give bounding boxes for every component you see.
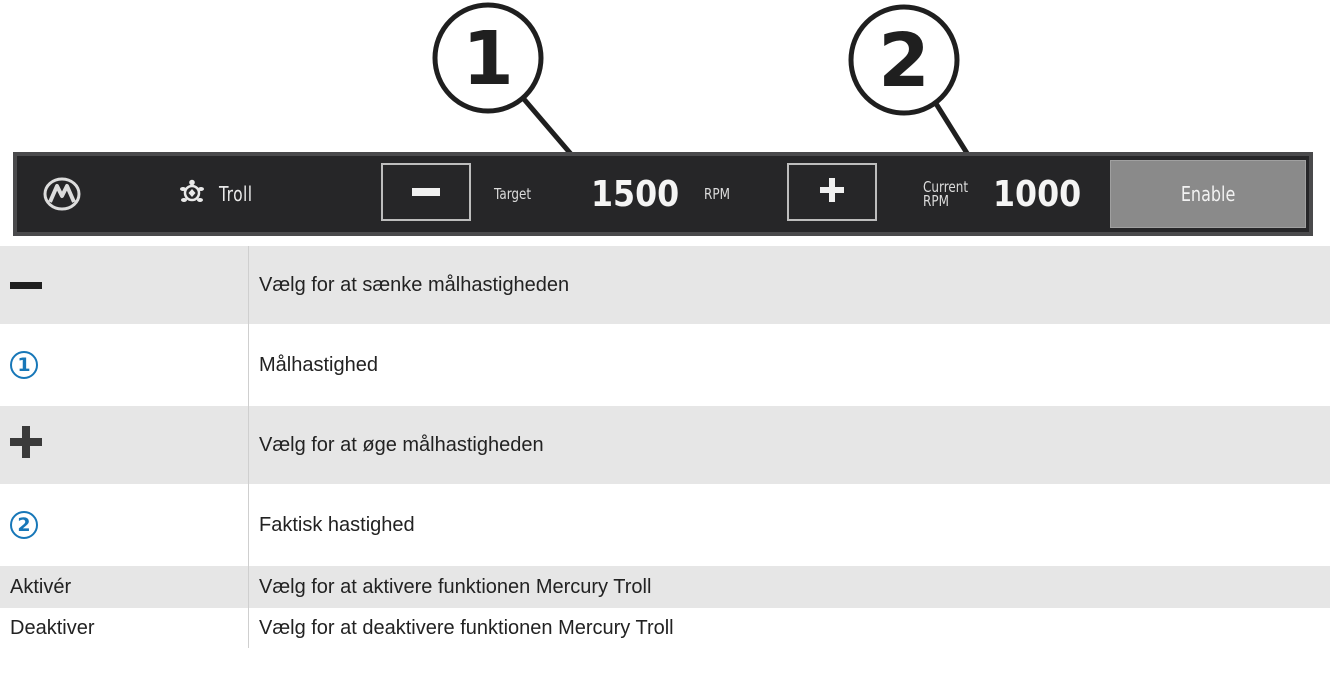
enable-button-label: Enable: [1180, 182, 1236, 206]
enable-button[interactable]: Enable: [1110, 160, 1306, 228]
callout-1-number: 1: [462, 16, 514, 102]
target-rpm-value: 1500: [591, 173, 680, 215]
legend-description: Målhastighed: [248, 324, 1330, 406]
legend-description: Vælg for at sænke målhastigheden: [248, 246, 1330, 324]
table-row: 1 Målhastighed: [0, 324, 1330, 406]
current-rpm-value: 1000: [993, 173, 1082, 215]
table-row: Vælg for at sænke målhastigheden: [0, 246, 1330, 324]
table-row: Deaktiver Vælg for at deaktivere funktio…: [0, 608, 1330, 648]
legend-description: Faktisk hastighed: [248, 484, 1330, 566]
minus-icon: [10, 274, 42, 296]
legend-description: Vælg for at aktivere funktionen Mercury …: [248, 566, 1330, 608]
legend-key: [0, 406, 249, 484]
increase-target-button[interactable]: [787, 163, 877, 221]
legend-description: Vælg for at deaktivere funktionen Mercur…: [248, 608, 1330, 648]
mercury-logo-icon: [31, 156, 93, 232]
plus-icon: [820, 178, 844, 206]
legend-key: 2: [0, 484, 249, 566]
callout-2-number: 2: [878, 18, 930, 104]
legend-key: Deaktiver: [0, 608, 249, 648]
table-row: 2 Faktisk hastighed: [0, 484, 1330, 566]
current-label-line2: RPM: [923, 192, 949, 210]
current-rpm-label: Current RPM: [923, 156, 979, 232]
mode-label: Troll: [219, 182, 253, 206]
plus-icon: [10, 426, 42, 463]
rpm-unit-label: RPM: [704, 185, 730, 203]
decrease-target-button[interactable]: [381, 163, 471, 221]
legend-key: Aktivér: [0, 566, 249, 608]
legend-key: [0, 246, 249, 324]
legend-key: 1: [0, 324, 249, 406]
legend-table: Vælg for at sænke målhastigheden 1 Målha…: [0, 246, 1330, 648]
callout-2-icon: 2: [10, 511, 38, 539]
troll-mode: Troll: [179, 156, 262, 232]
legend-description: Vælg for at øge målhastigheden: [248, 406, 1330, 484]
troll-control-bar: Troll Target 1500 RPM Current RPM 1000 E…: [13, 152, 1313, 236]
table-row: Aktivér Vælg for at aktivere funktionen …: [0, 566, 1330, 608]
target-label: Target: [494, 185, 532, 203]
turtle-icon: [179, 179, 205, 209]
table-row: Vælg for at øge målhastigheden: [0, 406, 1330, 484]
minus-icon: [412, 183, 440, 202]
callout-1-icon: 1: [10, 351, 38, 379]
